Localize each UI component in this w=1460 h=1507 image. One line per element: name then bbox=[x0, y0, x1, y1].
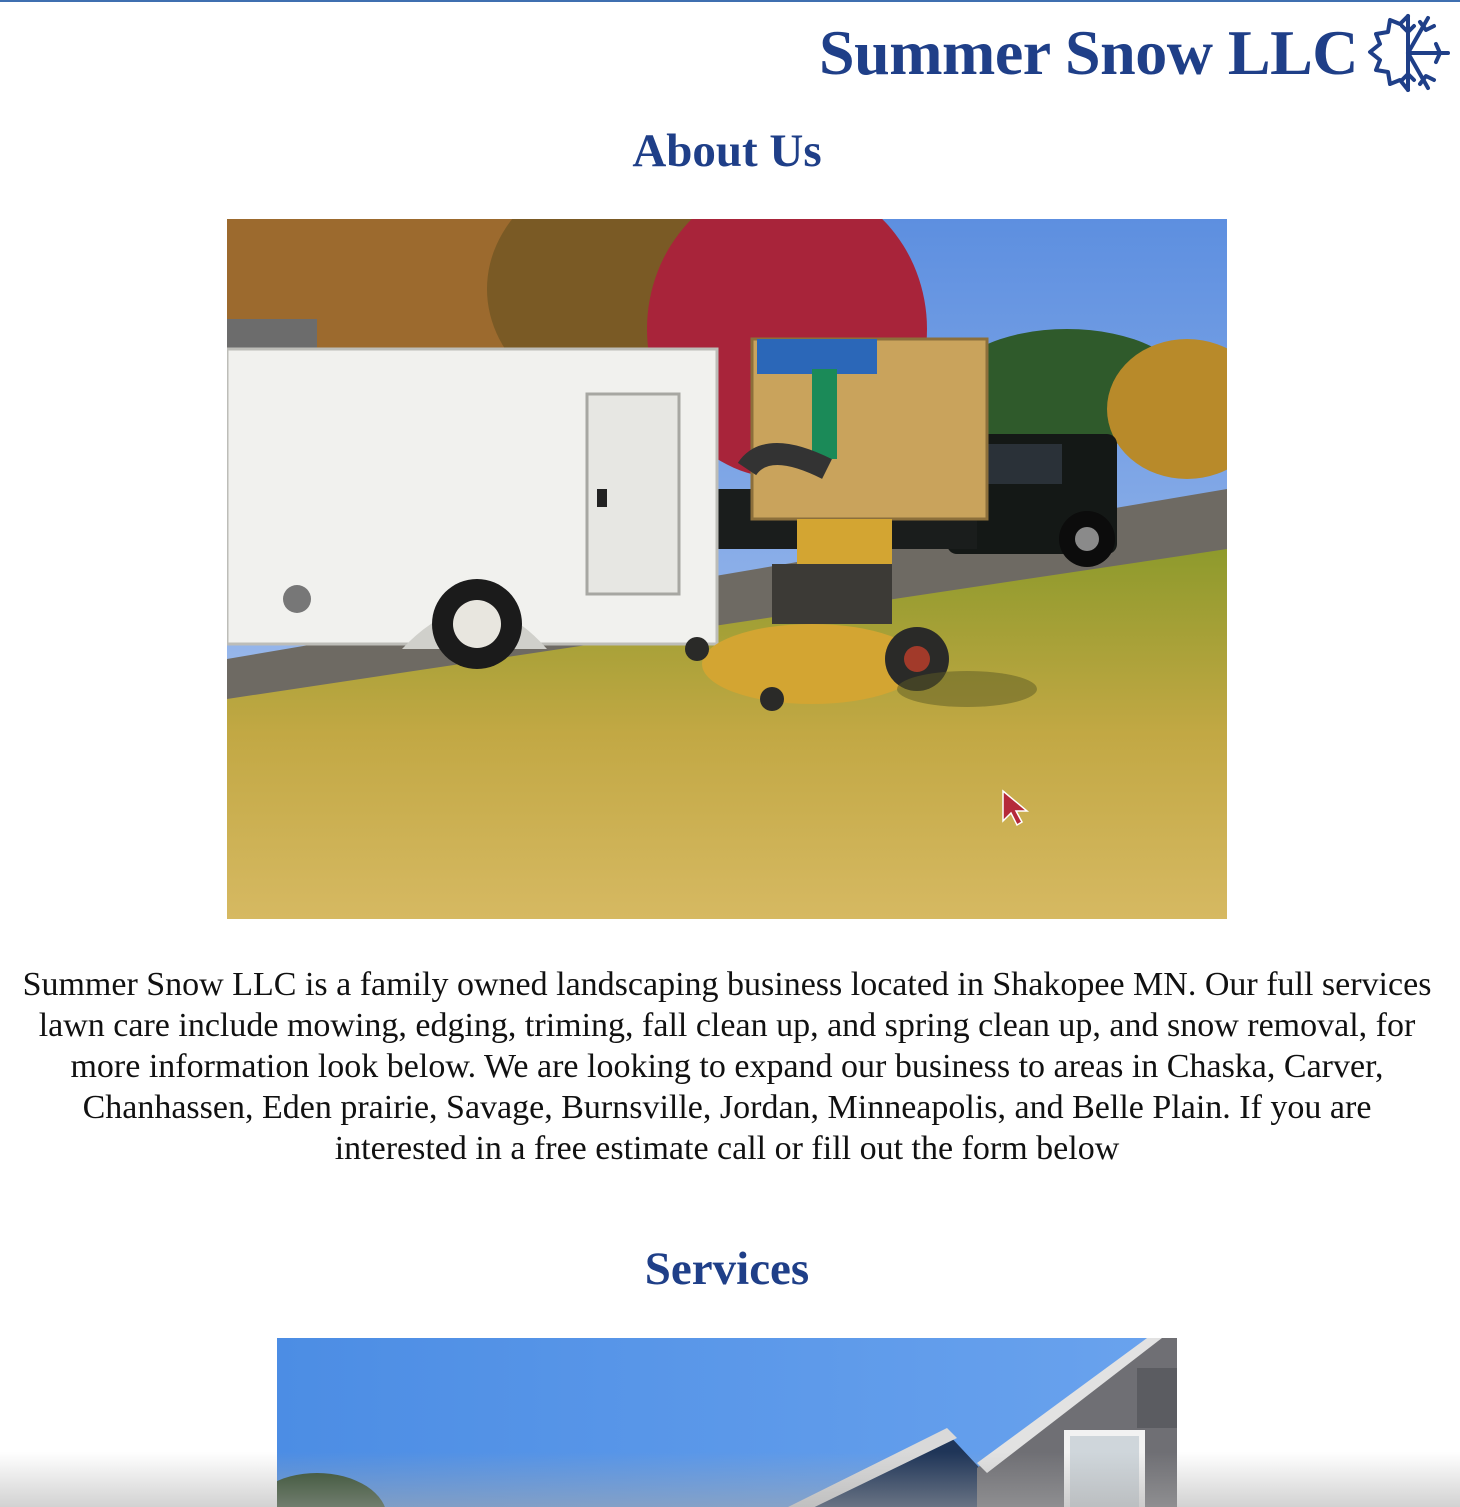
about-photo bbox=[227, 219, 1227, 919]
brand-title[interactable]: Summer Snow LLC bbox=[819, 13, 1358, 93]
services-heading: Services bbox=[644, 1243, 810, 1295]
snowflake-sun-icon[interactable] bbox=[1364, 10, 1452, 96]
page: Summer Snow LLC About Us Summer Snow LLC… bbox=[0, 0, 1460, 1507]
services-photo bbox=[277, 1338, 1177, 1507]
about-heading: About Us bbox=[632, 125, 822, 177]
about-photo-image bbox=[227, 219, 1227, 919]
site-header: Summer Snow LLC bbox=[819, 10, 1452, 96]
services-photo-image bbox=[277, 1338, 1177, 1507]
about-paragraph: Summer Snow LLC is a family owned landsc… bbox=[22, 966, 1432, 1167]
